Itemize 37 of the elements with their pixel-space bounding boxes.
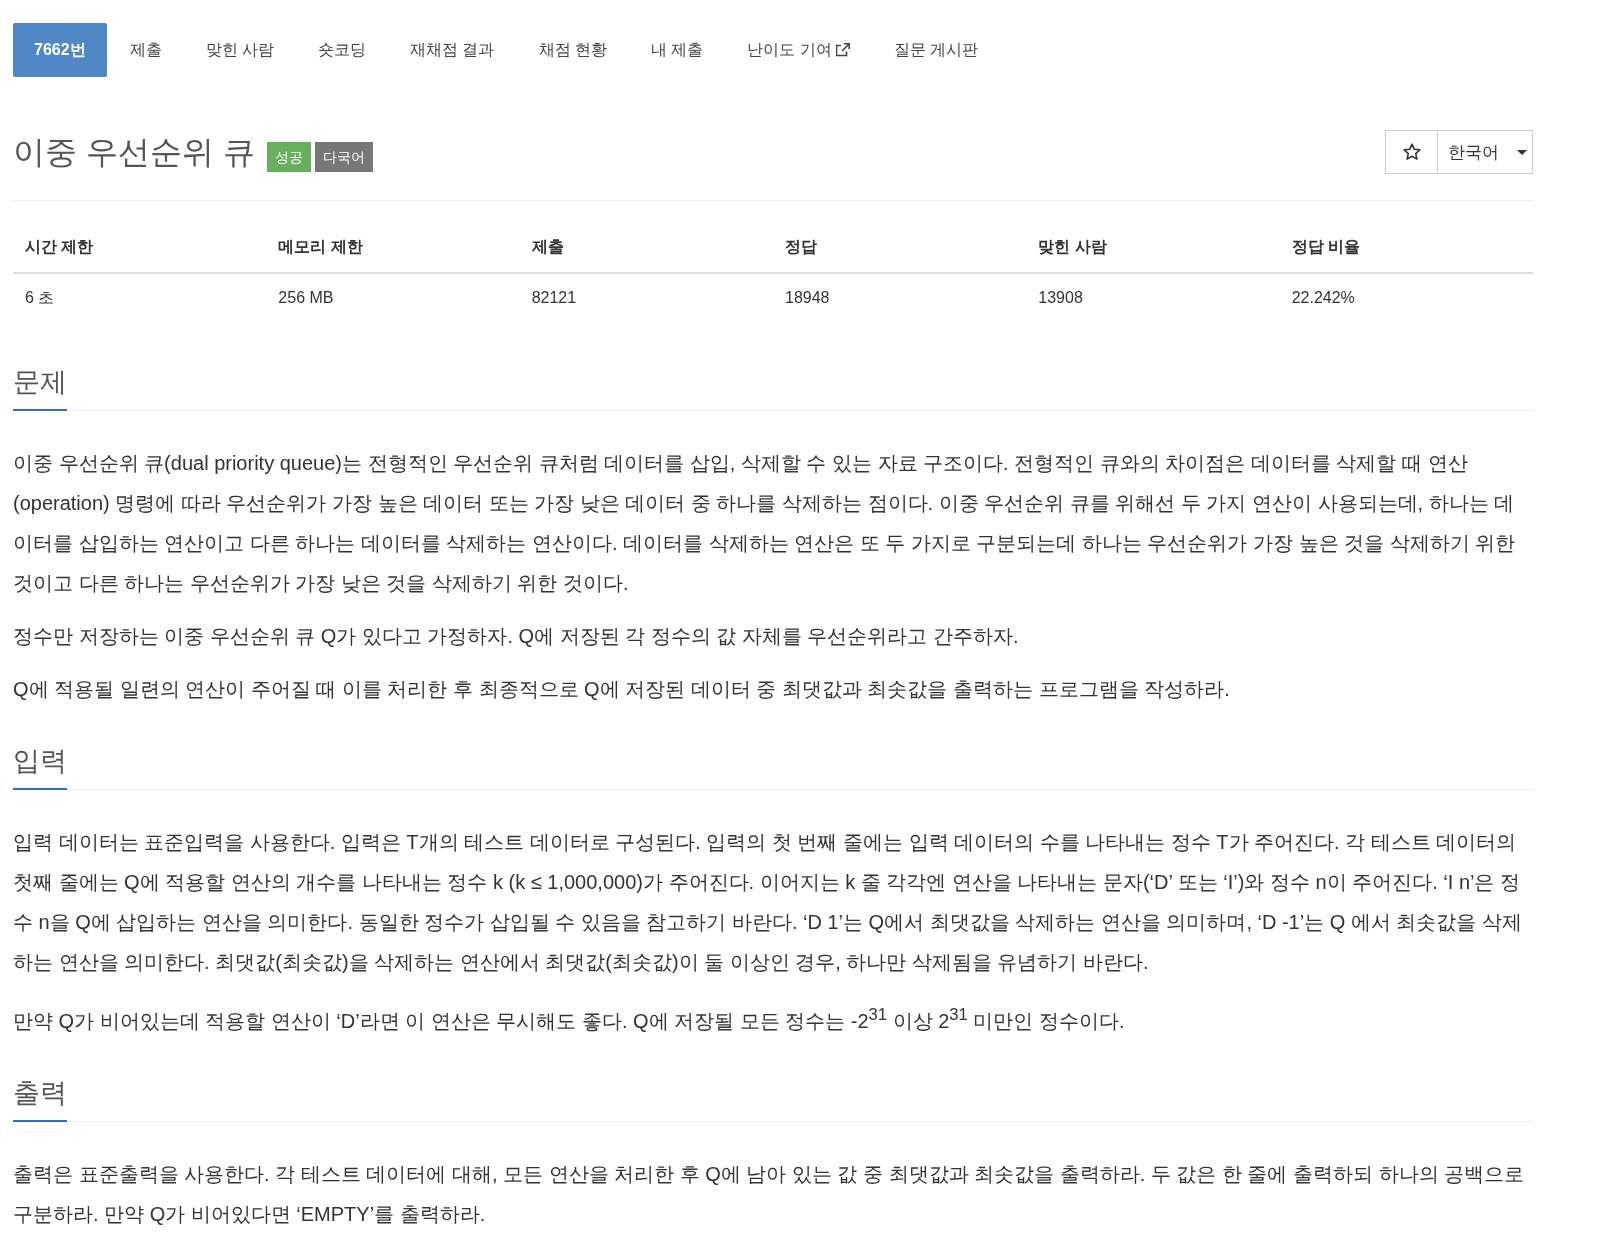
tab[interactable]: 채점 현황 <box>517 23 628 77</box>
tab[interactable]: 숏코딩 <box>297 23 388 77</box>
table-cell: 22.242% <box>1279 273 1533 322</box>
column-header: 정답 비율 <box>1279 222 1533 273</box>
table-cell: 6 초 <box>13 273 267 322</box>
language-dropdown[interactable]: 한국어 <box>1437 130 1533 174</box>
caret-icon <box>1517 149 1527 155</box>
paragraph-text: 만약 Q가 비어있는데 적용할 연산이 ‘D’라면 이 연산은 무시해도 좋다. Q에 저장될 모든 정수는 -2$^{31}$ 이상 2$^{31}$ 미만인 정수이다. <box>13 1004 1126 1034</box>
paragraph-text: 입력 데이터는 표준입력을 사용한다. 입력은 T개의 테스트 데이터로 구성된다. 입력의 첫 번째 줄에는 입력 데이터의 수를 나타내는 정수 T가 주어진다. 각 테스트 데이터의 첫째 줄에는 Q에 적용할 연산의 개수를 나타내는 정수 k (k ≤ 1,000,000)가 주어진다. 이어지는 k 줄 각각엔 연산을 나타내는 문자(‘D’ 또는 ‘I’)와 정수 n이 주어진다. ‘I n’은 정수 n을 Q에 삽입하는 연산을 의미한다. 동일한 정수가 삽입될 수 있음을 참고하기 바란다. ‘D 1’는 Q에서 최댓값을 삭제하는 연산을 의미하며, ‘D -1’는 Q 에서 최솟값을 삭제하는 연산을 의미한다. 최댓값(최솟값)을 삭제하는 연산에서 최댓값(최솟값)이 둘 이상인 경우, 하나만 삭제됨을 유념하기 바란다. <box>13 830 1523 975</box>
external-link-icon <box>835 43 850 57</box>
paragraph-text: 출력은 표준출력을 사용한다. 각 테스트 데이터에 대해, 모든 연산을 처리한 후 Q에 남아 있는 값 중 최댓값과 최솟값을 출력하라. 두 값은 한 줄에 출력하되 하나의 공백으로 구분하라. 만약 Q가 비어있다면 ‘EMPTY’를 출력하라. <box>13 1161 1526 1227</box>
tab[interactable]: 난이도 기여 <box>726 23 871 77</box>
table-cell: 18948 <box>773 273 1027 322</box>
table-cell: 82121 <box>519 273 773 322</box>
tab[interactable]: 7662번 <box>13 23 107 77</box>
table-cell: 13908 <box>1026 273 1280 322</box>
table-cell: 256 MB <box>266 273 520 322</box>
paragraph-text: 이중 우선순위 큐(dual priority queue)는 전형적인 우선순위 큐처럼 데이터를 삽입, 삭제할 수 있는 자료 구조이다. 전형적인 큐와의 차이점은 데이터를 삭제할 때 연산(operation) 명령에 따라 우선순위가 가장 높은 데이터 또는 가장 낮은 데이터 중 하나를 삭제하는 점이다. 이중 우선순위 큐를 위해선 두 가지 연산이 사용되는데, 하나는 데이터를 삽입하는 연산이고 다른 하나는 데이터를 삭제하는 연산이다. 데이터를 삭제하는 연산은 또 두 가지로 구분되는데 하나는 우선순위가 가장 높은 것을 삭제하기 위한 것이고 다른 하나는 우선순위가 가장 낮은 것을 삭제하기 위한 것이다. <box>13 451 1517 596</box>
tab[interactable]: 내 제출 <box>629 23 725 77</box>
column-header: 시간 제한 <box>13 222 267 273</box>
section-heading: 입력 <box>13 743 67 790</box>
paragraph-text: Q에 적용될 일련의 연산이 주어질 때 이를 처리한 후 최종적으로 Q에 저장된 데이터 중 최댓값과 최솟값을 출력하는 프로그램을 작성하라. <box>13 677 1231 702</box>
tab[interactable]: 제출 <box>108 23 183 77</box>
section-heading: 문제 <box>13 364 67 411</box>
status-badge: 성공 <box>266 142 311 172</box>
paragraph-text: 정수만 저장하는 이중 우선순위 큐 Q가 있다고 가정하자. Q에 저장된 각 정수의 값 자체를 우선순위라고 간주하자. <box>13 624 1020 649</box>
tab[interactable]: 질문 게시판 <box>872 23 1000 77</box>
favorite-button[interactable] <box>1385 130 1437 174</box>
problem-title: 이중 우선순위 큐 <box>13 133 255 172</box>
column-header: 메모리 제한 <box>266 222 520 273</box>
section-heading: 출력 <box>13 1074 67 1122</box>
tab[interactable]: 맞힌 사람 <box>184 23 296 77</box>
column-header: 맞힌 사람 <box>1026 222 1280 273</box>
column-header: 정답 <box>773 222 1027 273</box>
column-header: 제출 <box>519 222 773 273</box>
status-badge: 다국어 <box>314 142 373 172</box>
tab[interactable]: 재채점 결과 <box>389 23 516 77</box>
